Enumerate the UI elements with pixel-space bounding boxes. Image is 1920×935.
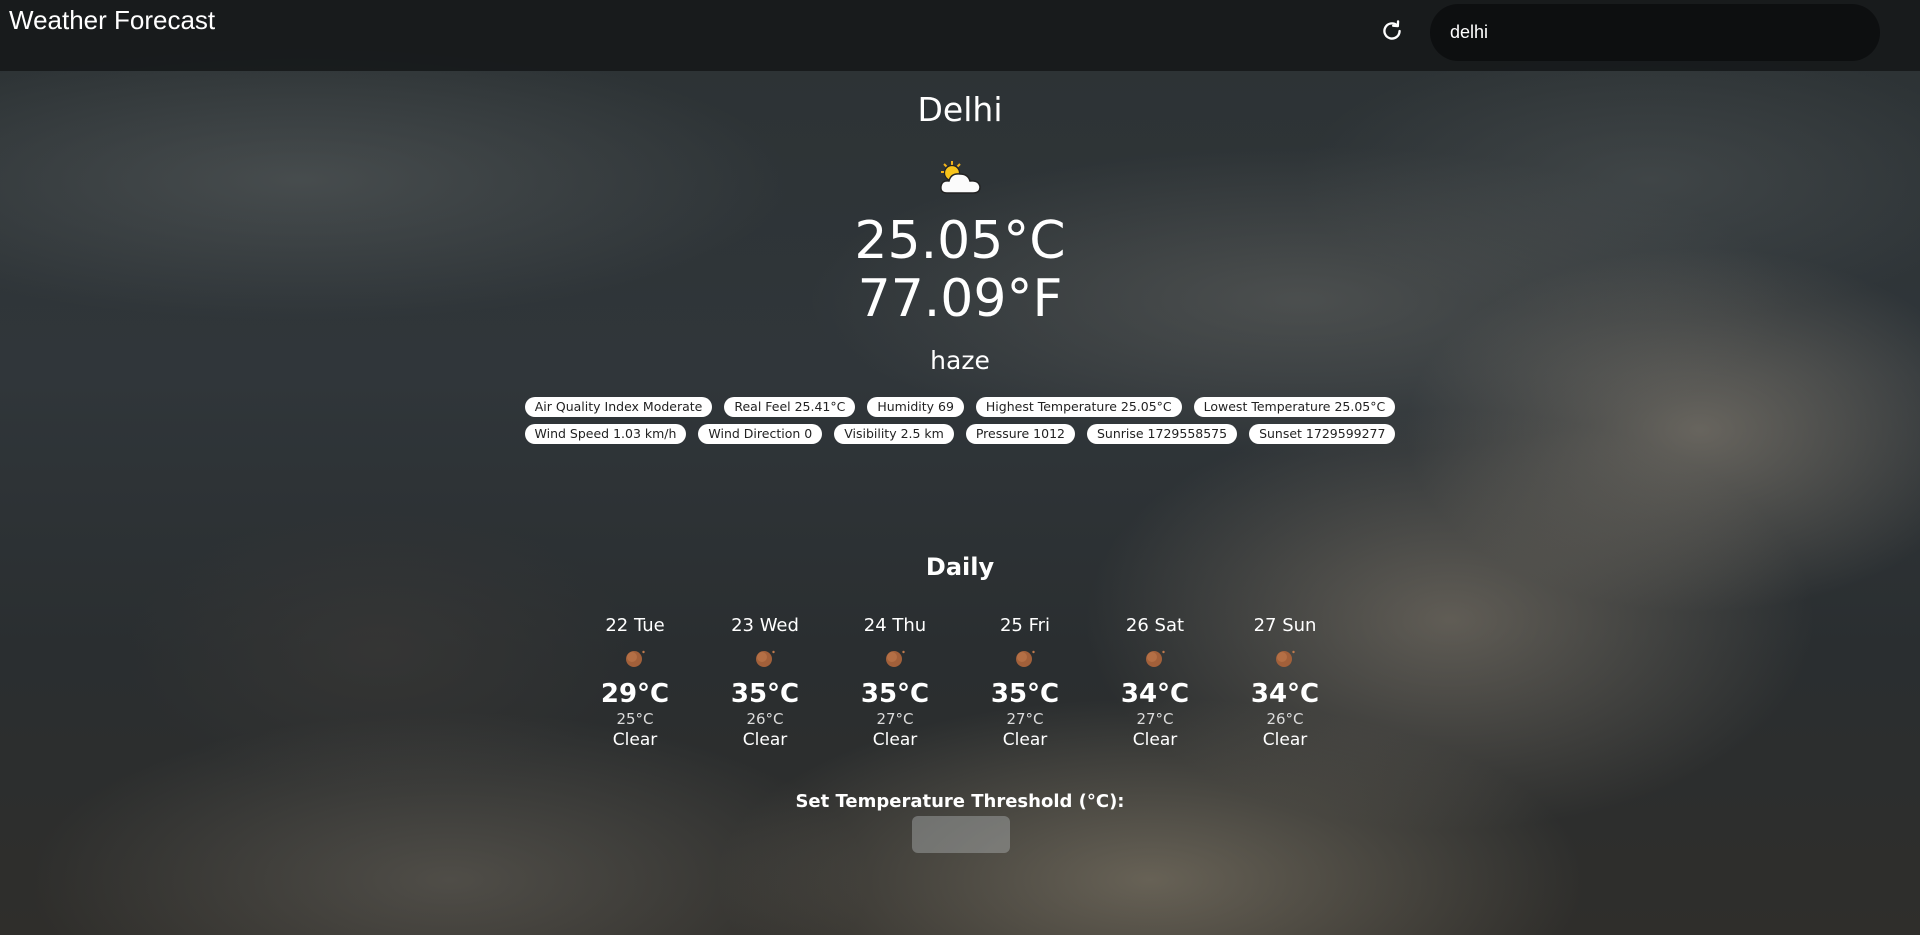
clear-sun-icon: [1276, 650, 1295, 667]
day-max-temp: 29°C: [600, 679, 670, 709]
detail-pressure: Pressure 1012: [965, 424, 1075, 444]
refresh-button[interactable]: [1378, 17, 1406, 45]
clear-sun-icon: [886, 650, 905, 667]
daily-item: 25 Fri 35°C 27°C Clear: [960, 612, 1090, 751]
day-max-temp: 34°C: [1250, 679, 1320, 709]
day-label: 25 Fri: [999, 615, 1051, 636]
refresh-icon: [1383, 20, 1401, 40]
clear-sun-icon: [1146, 650, 1165, 667]
temperature-fahrenheit: 77.09°F: [857, 269, 1063, 329]
details-row-1: Air Quality Index Moderate Real Feel 25.…: [0, 397, 1920, 417]
daily-item: 24 Thu 35°C 27°C Clear: [830, 612, 960, 751]
day-label: 23 Wed: [731, 615, 799, 636]
day-min-temp: 27°C: [876, 710, 914, 728]
day-min-temp: 25°C: [616, 710, 654, 728]
day-description: Clear: [1132, 730, 1178, 750]
day-max-temp: 35°C: [990, 679, 1060, 709]
day-min-temp: 27°C: [1006, 710, 1044, 728]
day-description: Clear: [1002, 730, 1048, 750]
day-max-temp: 35°C: [730, 679, 800, 709]
details-row-2: Wind Speed 1.03 km/h Wind Direction 0 Vi…: [0, 424, 1920, 444]
app-title: Weather Forecast: [9, 5, 216, 35]
day-label: 27 Sun: [1253, 615, 1317, 636]
day-min-temp: 27°C: [1136, 710, 1174, 728]
threshold-input[interactable]: [912, 816, 1010, 853]
clear-sun-icon: [756, 650, 775, 667]
day-label: 26 Sat: [1125, 615, 1185, 636]
day-description: Clear: [742, 730, 788, 750]
daily-item: 22 Tue 29°C 25°C Clear: [570, 612, 700, 751]
temperature-celsius: 25.05°C: [854, 211, 1066, 271]
detail-air-quality: Air Quality Index Moderate: [524, 397, 713, 417]
sun-behind-cloud-icon: [940, 161, 981, 194]
detail-wind-speed: Wind Speed 1.03 km/h: [524, 424, 687, 444]
day-description: Clear: [612, 730, 658, 750]
daily-item: 27 Sun 34°C 26°C Clear: [1220, 612, 1350, 751]
day-min-temp: 26°C: [746, 710, 784, 728]
detail-visibility: Visibility 2.5 km: [834, 424, 954, 444]
daily-item: 26 Sat 34°C 27°C Clear: [1090, 612, 1220, 751]
threshold-label: Set Temperature Threshold (°C):: [795, 791, 1125, 812]
day-min-temp: 26°C: [1266, 710, 1304, 728]
clear-sun-icon: [1016, 650, 1035, 667]
day-description: Clear: [872, 730, 918, 750]
detail-lowest-temperature: Lowest Temperature 25.05°C: [1193, 397, 1396, 417]
detail-humidity: Humidity 69: [867, 397, 964, 417]
clear-sun-icon: [626, 650, 645, 667]
detail-real-feel: Real Feel 25.41°C: [724, 397, 856, 417]
city-name: Delhi: [917, 90, 1003, 129]
detail-sunset: Sunset 1729599277: [1249, 424, 1396, 444]
daily-item: 23 Wed 35°C 26°C Clear: [700, 612, 830, 751]
daily-forecast: 22 Tue 29°C 25°C Clear 23 Wed 35°C 26°C …: [570, 612, 1350, 772]
search-input[interactable]: [1430, 4, 1880, 61]
weather-description: haze: [930, 346, 990, 375]
day-max-temp: 34°C: [1120, 679, 1190, 709]
detail-wind-direction: Wind Direction 0: [698, 424, 823, 444]
header-bar: Weather Forecast: [0, 0, 1920, 71]
day-label: 22 Tue: [605, 615, 665, 636]
daily-title: Daily: [925, 553, 995, 581]
detail-highest-temperature: Highest Temperature 25.05°C: [975, 397, 1182, 417]
day-max-temp: 35°C: [860, 679, 930, 709]
day-label: 24 Thu: [863, 615, 927, 636]
detail-sunrise: Sunrise 1729558575: [1086, 424, 1238, 444]
day-description: Clear: [1262, 730, 1308, 750]
